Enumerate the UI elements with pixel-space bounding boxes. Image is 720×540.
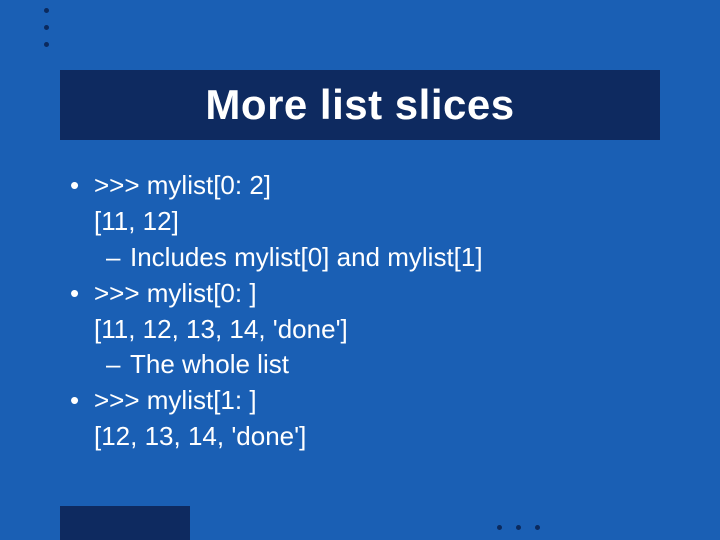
code-prompt: >>> mylist[0: 2] <box>94 168 271 204</box>
decor-footer-block <box>60 506 190 540</box>
dot-icon <box>44 42 49 47</box>
bullet-icon: • <box>70 168 84 204</box>
title-bar: More list slices <box>60 70 660 140</box>
sub-item: – The whole list <box>106 347 680 383</box>
note-text: Includes mylist[0] and mylist[1] <box>130 240 483 276</box>
code-output: [12, 13, 14, 'done'] <box>94 419 680 455</box>
code-prompt: >>> mylist[0: ] <box>94 276 257 312</box>
dot-icon <box>44 8 49 13</box>
dot-icon <box>516 525 521 530</box>
slide-title: More list slices <box>205 81 514 129</box>
bullet-icon: • <box>70 383 84 419</box>
dot-icon <box>535 525 540 530</box>
dash-icon: – <box>106 347 122 383</box>
bullet-icon: • <box>70 276 84 312</box>
code-output: [11, 12] <box>94 204 680 240</box>
note-text: The whole list <box>130 347 289 383</box>
list-item: • >>> mylist[1: ] <box>70 383 680 419</box>
code-prompt: >>> mylist[1: ] <box>94 383 257 419</box>
list-item: • >>> mylist[0: ] <box>70 276 680 312</box>
sub-item: – Includes mylist[0] and mylist[1] <box>106 240 680 276</box>
decor-dots-top <box>44 8 49 47</box>
dot-icon <box>497 525 502 530</box>
dash-icon: – <box>106 240 122 276</box>
decor-dots-bottom <box>497 525 540 530</box>
code-output: [11, 12, 13, 14, 'done'] <box>94 312 680 348</box>
dot-icon <box>44 25 49 30</box>
list-item: • >>> mylist[0: 2] <box>70 168 680 204</box>
slide-content: • >>> mylist[0: 2] [11, 12] – Includes m… <box>70 168 680 455</box>
